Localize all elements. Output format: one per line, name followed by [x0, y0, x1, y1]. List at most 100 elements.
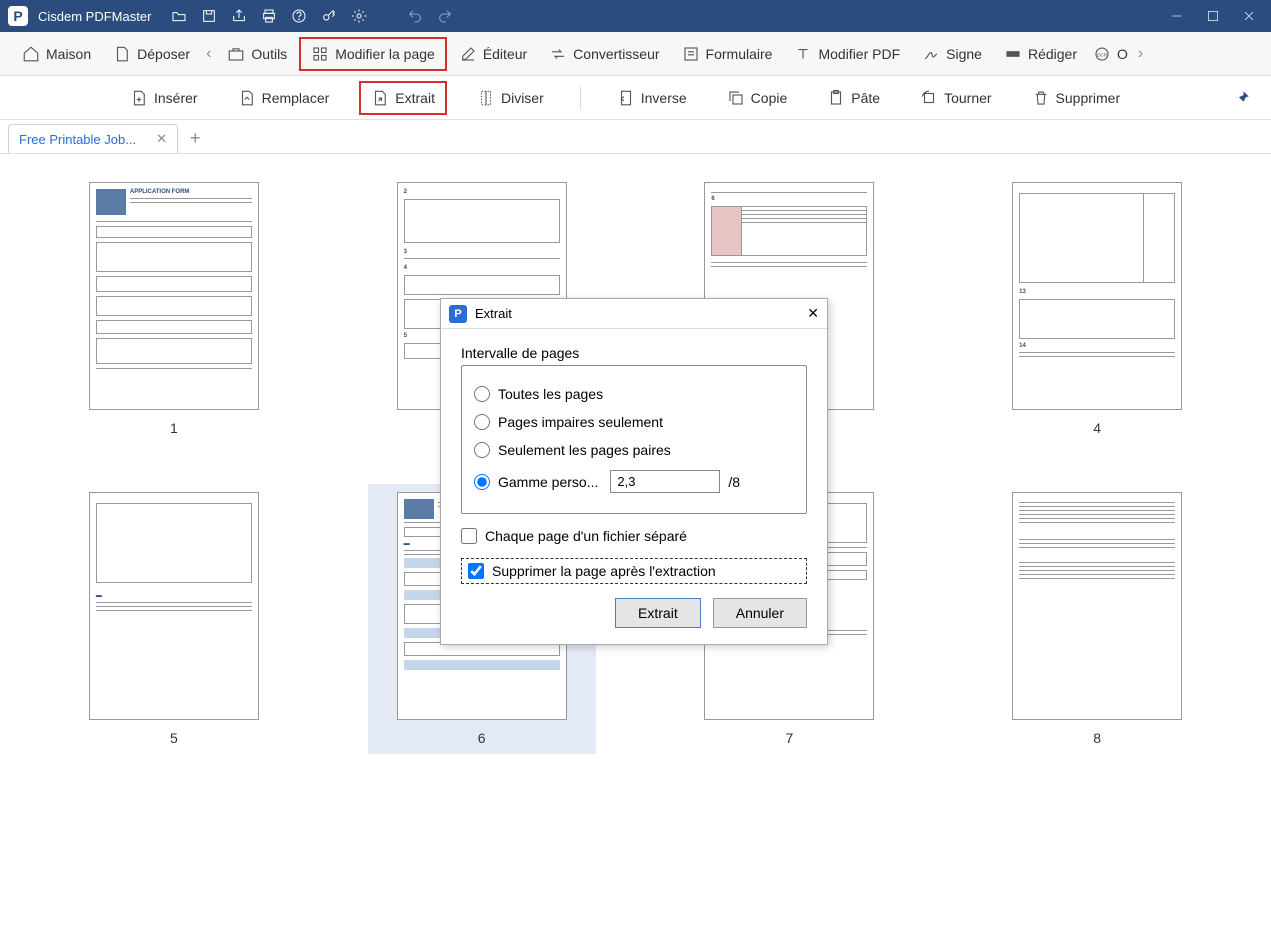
undo-icon[interactable]: [407, 8, 423, 24]
maximize-icon[interactable]: [1205, 8, 1221, 24]
tab-tools[interactable]: Outils: [217, 39, 297, 69]
page-range-group: Toutes les pages Pages impaires seulemen…: [461, 365, 807, 514]
sub-delete[interactable]: Supprimer: [1022, 83, 1131, 113]
help-icon[interactable]: [291, 8, 307, 24]
doc-tab[interactable]: Free Printable Job... ✕: [8, 124, 178, 153]
radio-odd-pages[interactable]: Pages impaires seulement: [474, 408, 794, 436]
paste-icon: [827, 89, 845, 107]
toolbar-divider: [580, 86, 581, 110]
sign-icon: [922, 45, 940, 63]
page-thumb-1[interactable]: APPLICATION FORM 1: [60, 174, 288, 444]
range-total: /8: [728, 474, 740, 490]
sub-rotate-label: Tourner: [944, 90, 991, 106]
pin-icon[interactable]: [1233, 89, 1251, 107]
page-thumb-preview: APPLICATION FORM: [89, 182, 259, 410]
insert-page-icon: [130, 89, 148, 107]
page-number: 7: [785, 730, 793, 746]
settings-icon[interactable]: [351, 8, 367, 24]
radio-even-pages[interactable]: Seulement les pages paires: [474, 436, 794, 464]
page-thumb-preview: [1012, 492, 1182, 720]
tab-ocr[interactable]: OCR O: [1089, 39, 1132, 69]
radio-odd-label: Pages impaires seulement: [498, 414, 663, 430]
page-number: 8: [1093, 730, 1101, 746]
dialog-close-icon[interactable]: ✕: [807, 305, 819, 322]
tab-ocr-label: O: [1117, 46, 1128, 62]
extract-button[interactable]: Extrait: [615, 598, 701, 628]
split-page-icon: [477, 89, 495, 107]
radio-all-pages[interactable]: Toutes les pages: [474, 380, 794, 408]
grid-icon: [311, 45, 329, 63]
tab-form[interactable]: Formulaire: [672, 39, 783, 69]
radio-even-input[interactable]: [474, 442, 490, 458]
sub-delete-label: Supprimer: [1056, 90, 1121, 106]
radio-custom-range[interactable]: Gamme perso... /8: [474, 464, 794, 499]
tab-modify-pdf[interactable]: Modifier PDF: [784, 39, 910, 69]
tab-sign[interactable]: Signe: [912, 39, 992, 69]
tab-form-label: Formulaire: [706, 46, 773, 62]
form-icon: [682, 45, 700, 63]
window-controls: [1169, 8, 1257, 24]
ocr-icon: OCR: [1093, 45, 1111, 63]
radio-custom-input[interactable]: [474, 474, 490, 490]
text-icon: [794, 45, 812, 63]
checkbox-separate-files[interactable]: Chaque page d'un fichier séparé: [461, 522, 807, 550]
sub-insert-label: Insérer: [154, 90, 198, 106]
key-icon[interactable]: [321, 8, 337, 24]
chevron-left-icon[interactable]: ‹: [202, 45, 215, 63]
sub-reverse-label: Inverse: [641, 90, 687, 106]
checkbox-delete-input[interactable]: [468, 563, 484, 579]
open-icon[interactable]: [171, 8, 187, 24]
doc-tab-close-icon[interactable]: ✕: [156, 131, 167, 147]
close-icon[interactable]: [1241, 8, 1257, 24]
share-icon[interactable]: [231, 8, 247, 24]
sub-copy[interactable]: Copie: [717, 83, 798, 113]
sub-split[interactable]: Diviser: [467, 83, 554, 113]
minimize-icon[interactable]: [1169, 8, 1185, 24]
tab-editor-label: Éditeur: [483, 46, 527, 62]
tab-file-label: Déposer: [137, 46, 190, 62]
doc-tab-label: Free Printable Job...: [19, 132, 136, 147]
cancel-button[interactable]: Annuler: [713, 598, 807, 628]
page-number: 1: [170, 420, 178, 436]
radio-odd-input[interactable]: [474, 414, 490, 430]
redact-icon: [1004, 45, 1022, 63]
copy-icon: [727, 89, 745, 107]
checkbox-separate-input[interactable]: [461, 528, 477, 544]
page-number: 4: [1093, 420, 1101, 436]
dialog-title: Extrait: [475, 306, 799, 321]
dialog-logo: P: [449, 305, 467, 323]
redo-icon[interactable]: [437, 8, 453, 24]
reverse-icon: [617, 89, 635, 107]
page-thumb-preview: 13 14: [1012, 182, 1182, 410]
app-title: Cisdem PDFMaster: [38, 9, 151, 24]
chevron-right-icon[interactable]: ›: [1134, 45, 1147, 63]
sub-extract-label: Extrait: [395, 90, 435, 106]
radio-all-label: Toutes les pages: [498, 386, 603, 402]
page-thumb-4[interactable]: 13 14 4: [983, 174, 1211, 444]
sub-reverse[interactable]: Inverse: [607, 83, 697, 113]
tab-converter[interactable]: Convertisseur: [539, 39, 669, 69]
tab-redact[interactable]: Rédiger: [994, 39, 1087, 69]
sub-rotate[interactable]: Tourner: [910, 83, 1001, 113]
dialog-body: Intervalle de pages Toutes les pages Pag…: [441, 329, 827, 644]
tab-file[interactable]: Déposer: [103, 39, 200, 69]
custom-range-input[interactable]: [610, 470, 720, 493]
sub-replace[interactable]: Remplacer: [228, 83, 340, 113]
sub-paste[interactable]: Pâte: [817, 83, 890, 113]
home-icon: [22, 45, 40, 63]
tab-modify-page[interactable]: Modifier la page: [299, 37, 447, 71]
tab-redact-label: Rédiger: [1028, 46, 1077, 62]
tab-home[interactable]: Maison: [12, 39, 101, 69]
add-tab-button[interactable]: +: [178, 124, 213, 153]
page-thumb-5[interactable]: ▬ 5: [60, 484, 288, 754]
sub-extract[interactable]: Extrait: [359, 81, 447, 115]
delete-icon: [1032, 89, 1050, 107]
sub-insert[interactable]: Insérer: [120, 83, 208, 113]
page-thumb-8[interactable]: 8: [983, 484, 1211, 754]
print-icon[interactable]: [261, 8, 277, 24]
save-icon[interactable]: [201, 8, 217, 24]
checkbox-delete-after[interactable]: Supprimer la page après l'extraction: [461, 558, 807, 584]
radio-all-input[interactable]: [474, 386, 490, 402]
tab-editor[interactable]: Éditeur: [449, 39, 537, 69]
sub-toolbar: Insérer Remplacer Extrait Diviser Invers…: [0, 76, 1271, 120]
